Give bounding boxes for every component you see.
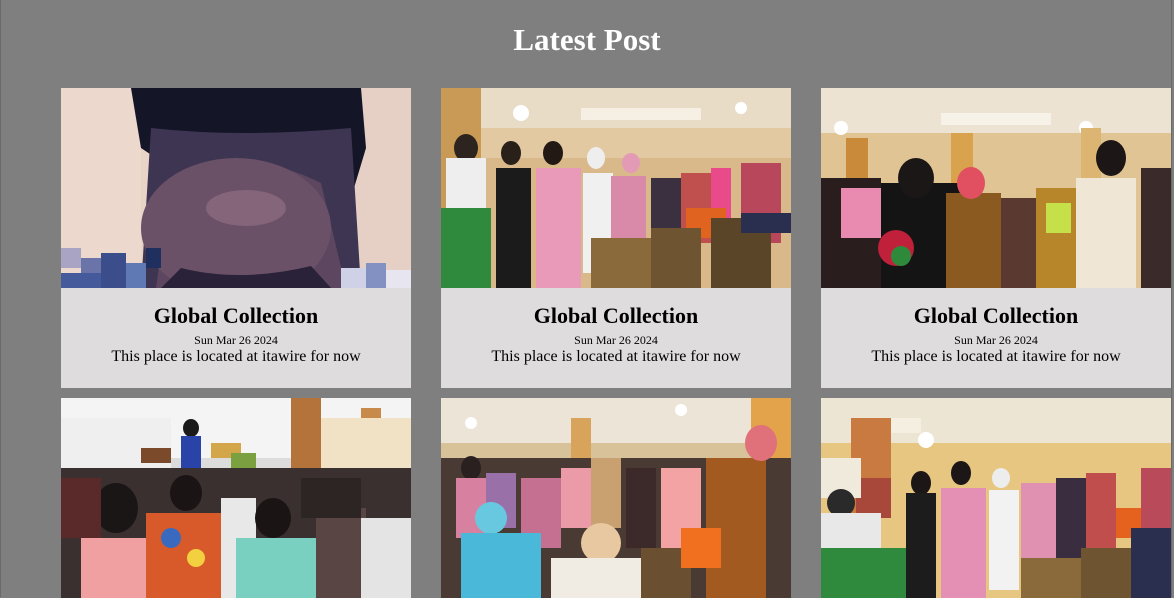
post-description: This place is located at itawire for now [871, 348, 1121, 365]
post-body: Global Collection Sun Mar 26 2024 This p… [821, 288, 1171, 388]
post-photo[interactable] [61, 398, 411, 598]
post-card[interactable]: Global Collection Sun Mar 26 2024 This p… [61, 88, 411, 388]
post-description: This place is located at itawire for now [491, 348, 741, 365]
page-title: Latest Post [513, 22, 661, 57]
post-photo[interactable] [61, 88, 411, 288]
post-card[interactable]: Global Collection Sun Mar 26 2024 This p… [441, 88, 791, 388]
post-body: Global Collection Sun Mar 26 2024 This p… [61, 288, 411, 388]
post-title[interactable]: Global Collection [61, 288, 411, 329]
post-photo[interactable] [441, 88, 791, 288]
post-description: This place is located at itawire for now [111, 348, 361, 365]
post-card[interactable] [821, 398, 1171, 598]
post-photo[interactable] [821, 398, 1171, 598]
post-photo[interactable] [441, 398, 791, 598]
post-date: Sun Mar 26 2024 [954, 333, 1038, 347]
post-card[interactable] [441, 398, 791, 598]
post-date: Sun Mar 26 2024 [574, 333, 658, 347]
post-title[interactable]: Global Collection [821, 288, 1171, 329]
post-body: Global Collection Sun Mar 26 2024 This p… [441, 288, 791, 388]
post-photo[interactable] [821, 88, 1171, 288]
post-card[interactable]: Global Collection Sun Mar 26 2024 This p… [821, 88, 1171, 388]
post-date: Sun Mar 26 2024 [194, 333, 278, 347]
post-title[interactable]: Global Collection [441, 288, 791, 329]
post-card[interactable] [61, 398, 411, 598]
